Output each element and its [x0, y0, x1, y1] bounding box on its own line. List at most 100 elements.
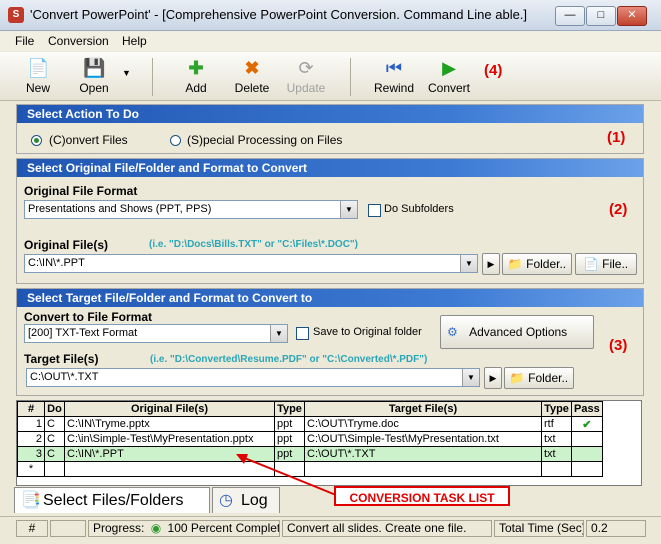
- save-original-folder-checkbox[interactable]: [296, 327, 309, 340]
- target-format-label: Convert to File Format: [24, 310, 153, 324]
- menu-conversion[interactable]: Conversion: [48, 34, 109, 48]
- maximize-button[interactable]: □: [586, 6, 616, 26]
- refresh-icon: ⟳: [298, 58, 314, 78]
- menu-help[interactable]: Help: [122, 34, 147, 48]
- row-original[interactable]: C:\in\Simple-Test\MyPresentation.pptx: [64, 431, 275, 447]
- step-marker-1: (1): [607, 129, 626, 146]
- original-panel-title: Select Original File/Folder and Format t…: [17, 159, 643, 177]
- row-do[interactable]: [44, 461, 65, 477]
- col-header[interactable]: Original File(s): [64, 401, 275, 417]
- col-header[interactable]: Pass: [571, 401, 603, 417]
- original-files-hint: (i.e. "D:\Docs\Bills.TXT" or "C:\Files\*…: [149, 239, 358, 250]
- chevron-down-icon: ▼: [270, 325, 287, 342]
- save-original-folder-label: Save to Original folder: [313, 326, 422, 338]
- folder-icon: 📁: [509, 371, 525, 385]
- col-header[interactable]: #: [17, 401, 45, 417]
- open-button[interactable]: 💾 Open: [66, 55, 122, 99]
- target-format-select[interactable]: [200] TXT-Text Format ▼: [24, 324, 288, 343]
- col-header[interactable]: Do: [44, 401, 65, 417]
- col-header[interactable]: Type: [541, 401, 572, 417]
- convert-button[interactable]: ▶ Convert: [421, 55, 477, 99]
- status-empty: [50, 520, 86, 537]
- file-icon: 📄: [583, 257, 599, 271]
- row-number: *: [17, 461, 45, 477]
- row-number: 1: [17, 416, 45, 432]
- play-icon: ▶: [442, 58, 456, 78]
- open-dropdown-arrow-icon[interactable]: ▼: [122, 68, 131, 78]
- menu-bar: File Conversion Help: [0, 31, 661, 51]
- row-target-type[interactable]: rtf: [541, 416, 572, 432]
- row-target[interactable]: C:\OUT\Simple-Test\MyPresentation.txt: [304, 431, 542, 447]
- status-message: Convert all slides. Create one file.: [282, 520, 492, 537]
- tab-select-files[interactable]: 📑 Select Files/Folders: [14, 487, 210, 513]
- target-files-hint: (i.e. "D:\Converted\Resume.PDF" or "C:\C…: [150, 354, 428, 365]
- action-panel-title: Select Action To Do: [17, 105, 643, 123]
- special-processing-label[interactable]: (S)pecial Processing on Files: [187, 133, 342, 147]
- folder-icon: 📁: [507, 257, 523, 271]
- new-button[interactable]: 📄 New: [10, 55, 66, 99]
- step-marker-2: (2): [609, 201, 628, 218]
- arrow-right-button[interactable]: ▶: [482, 253, 500, 275]
- row-do[interactable]: C: [44, 431, 65, 447]
- row-pass: [571, 461, 603, 477]
- original-files-input[interactable]: C:\IN\*.PPT ▼: [24, 254, 478, 273]
- original-format-label: Original File Format: [24, 184, 138, 198]
- close-button[interactable]: ✕: [617, 6, 647, 26]
- row-number: 2: [17, 431, 45, 447]
- row-do[interactable]: C: [44, 416, 65, 432]
- status-hash: #: [16, 520, 48, 537]
- row-target-type[interactable]: txt: [541, 431, 572, 447]
- plus-icon: ✚: [188, 58, 204, 78]
- app-icon: S: [8, 7, 24, 23]
- convert-files-label[interactable]: (C)onvert Files: [49, 133, 128, 147]
- target-folder-button[interactable]: 📁 Folder..: [504, 367, 574, 389]
- total-time-value: 0.2: [586, 520, 646, 537]
- original-folder-button[interactable]: 📁 Folder..: [502, 253, 572, 275]
- menu-file[interactable]: File: [15, 34, 34, 48]
- status-progress: Progress: ◉ 100 Percent Complete: [88, 520, 280, 537]
- row-original-type[interactable]: ppt: [274, 416, 305, 432]
- status-bar: # Progress: ◉ 100 Percent Complete Conve…: [0, 516, 661, 544]
- target-panel: Select Target File/Folder and Format to …: [16, 288, 644, 396]
- minimize-button[interactable]: —: [555, 6, 585, 26]
- tab-log[interactable]: ◷ Log: [212, 487, 280, 513]
- do-subfolders-checkbox[interactable]: [368, 204, 381, 217]
- row-original[interactable]: C:\IN\Tryme.pptx: [64, 416, 275, 432]
- original-format-select[interactable]: Presentations and Shows (PPT, PPS) ▼: [24, 200, 358, 219]
- table-row[interactable]: 2 C C:\in\Simple-Test\MyPresentation.ppt…: [17, 431, 603, 447]
- col-header[interactable]: Target File(s): [304, 401, 542, 417]
- advanced-options-button[interactable]: ⚙ Advanced Options: [440, 315, 594, 349]
- row-target[interactable]: C:\OUT\Tryme.doc: [304, 416, 542, 432]
- delete-button[interactable]: ✖ Delete: [224, 55, 280, 99]
- toolbar-separator: [350, 58, 351, 96]
- chevron-down-icon: ▼: [460, 255, 477, 272]
- row-original-type[interactable]: ppt: [274, 431, 305, 447]
- add-button[interactable]: ✚ Add: [168, 55, 224, 99]
- row-do[interactable]: C: [44, 446, 65, 462]
- new-document-icon: 📄: [27, 58, 50, 78]
- rewind-button[interactable]: ⏮ Rewind: [366, 55, 422, 99]
- clock-icon: ◷: [219, 492, 233, 509]
- convert-files-radio[interactable]: [31, 135, 42, 146]
- table-row[interactable]: 1 C C:\IN\Tryme.pptx ppt C:\OUT\Tryme.do…: [17, 416, 603, 432]
- row-target[interactable]: C:\OUT\*.TXT: [304, 446, 542, 462]
- col-header[interactable]: Type: [274, 401, 305, 417]
- action-panel: Select Action To Do (C)onvert Files (S)p…: [16, 104, 644, 154]
- row-target-type[interactable]: txt: [541, 446, 572, 462]
- row-pass: [571, 431, 603, 447]
- original-files-label: Original File(s): [24, 238, 109, 252]
- update-button[interactable]: ⟳ Update: [278, 55, 334, 99]
- target-files-input[interactable]: C:\OUT\*.TXT ▼: [26, 368, 480, 387]
- row-target-type[interactable]: [541, 461, 572, 477]
- window-title: 'Convert PowerPoint' - [Comprehensive Po…: [30, 7, 528, 22]
- rewind-icon: ⏮: [385, 58, 403, 78]
- special-processing-radio[interactable]: [170, 135, 181, 146]
- step-marker-4: (4): [484, 62, 503, 79]
- original-file-button[interactable]: 📄 File..: [575, 253, 637, 275]
- row-target[interactable]: [304, 461, 542, 477]
- files-icon: 📑: [21, 492, 41, 509]
- arrow-right-button[interactable]: ▶: [484, 367, 502, 389]
- total-time-label: Total Time (Sec):: [494, 520, 584, 537]
- toolbar-separator: [152, 58, 153, 96]
- do-subfolders-label: Do Subfolders: [384, 203, 454, 215]
